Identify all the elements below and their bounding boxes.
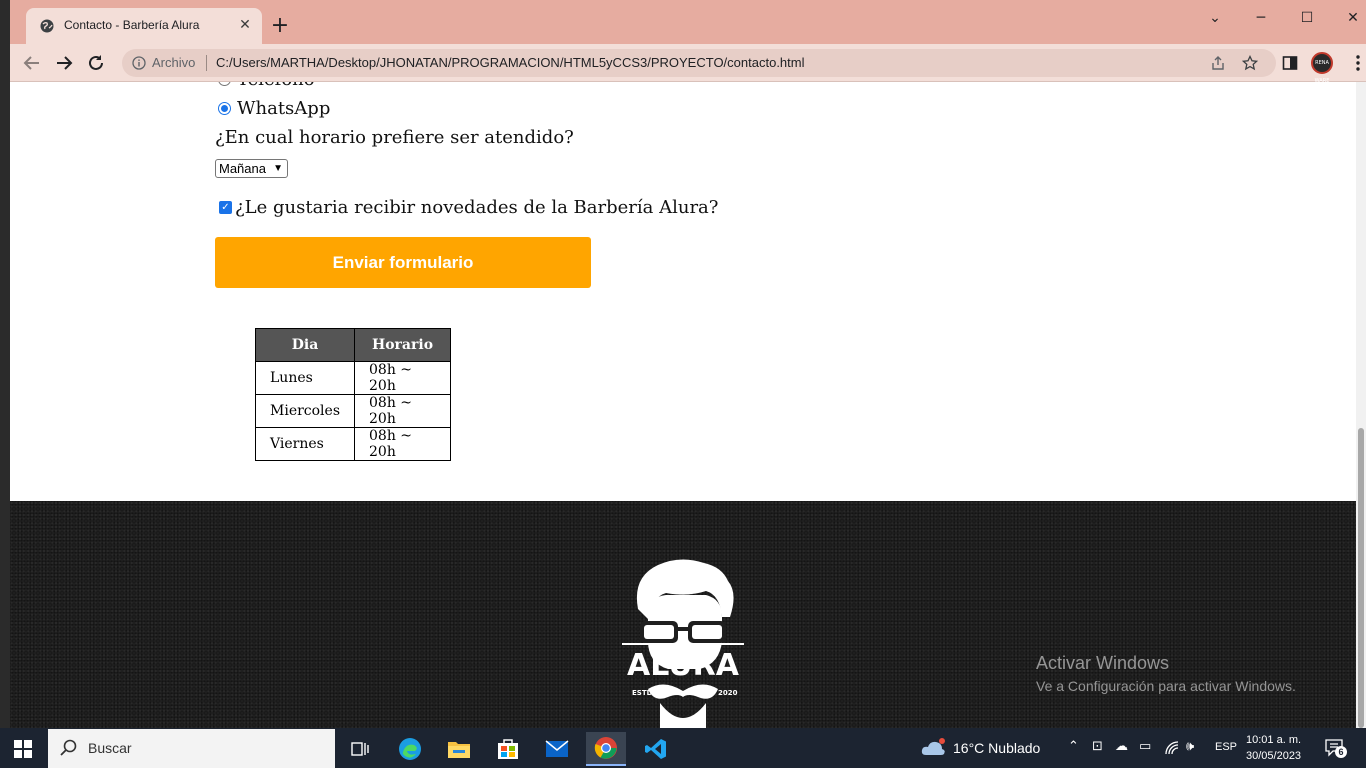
taskbar-clock[interactable]: 10:01 a. m. 30/05/2023: [1246, 732, 1301, 764]
arrow-left-icon: [23, 56, 39, 70]
reload-button[interactable]: [84, 51, 108, 75]
task-view-button[interactable]: [340, 732, 380, 766]
store-icon: [498, 739, 518, 759]
page-scrollbar[interactable]: [1356, 82, 1366, 728]
edge-icon: [399, 738, 421, 760]
activation-watermark-title: Activar Windows: [1036, 653, 1170, 673]
table-row: Viernes 08h ~ 20h: [254, 427, 452, 461]
language-indicator[interactable]: ESP: [1215, 741, 1237, 753]
clock-date: 30/05/2023: [1246, 750, 1302, 762]
schedule-select[interactable]: Mañana ▼: [215, 159, 288, 178]
cloud-weather-icon[interactable]: [920, 737, 946, 759]
browser-tab-active[interactable]: Contacto - Barbería Alura ✕: [26, 8, 262, 44]
forward-button[interactable]: [52, 51, 76, 75]
minimize-button[interactable]: ─: [1238, 7, 1284, 29]
url-text[interactable]: C:/Users/MARTHA/Desktop/JHONATAN/PROGRAM…: [216, 55, 805, 70]
windows-start-icon[interactable]: [14, 740, 32, 758]
logo-year: 2020: [718, 689, 738, 697]
profile-avatar[interactable]: RENA WARE: [1311, 52, 1333, 84]
radio-whatsapp-label: WhatsApp: [237, 98, 331, 119]
newsletter-label: ¿Le gustaria recibir novedades de la Bar…: [235, 197, 719, 218]
activation-watermark-subtitle: Ve a Configuración para activar Windows.: [1036, 678, 1296, 694]
onedrive-cloud-icon[interactable]: ☁: [1115, 739, 1128, 754]
star-icon[interactable]: [1242, 55, 1258, 71]
meet-now-icon[interactable]: ⊡: [1092, 739, 1103, 754]
chevron-down-icon: ▼: [273, 163, 283, 174]
table-header-row: Dia Horario: [254, 328, 452, 362]
arrow-right-icon: [57, 56, 73, 70]
contact-option-phone[interactable]: Teléfono: [218, 82, 315, 90]
omnibox-separator: [206, 55, 207, 71]
radio-whatsapp[interactable]: [218, 102, 231, 115]
close-window-button[interactable]: ✕: [1330, 7, 1366, 29]
side-panel-button[interactable]: [1280, 53, 1300, 73]
taskbar-search-placeholder: Buscar: [88, 740, 132, 756]
taskbar-file-explorer[interactable]: [439, 732, 479, 766]
notification-center[interactable]: 6: [1324, 738, 1347, 758]
side-panel-icon: [1282, 56, 1298, 70]
page-viewport: Teléfono WhatsApp ¿En cual horario prefi…: [10, 82, 1356, 728]
vscode-icon: [645, 739, 666, 759]
newsletter-checkbox[interactable]: ✓: [219, 201, 232, 214]
table-row: Miercoles 08h ~ 20h: [254, 394, 452, 428]
contact-option-whatsapp[interactable]: WhatsApp: [218, 98, 330, 119]
globe-icon: [40, 19, 54, 33]
kebab-menu-icon: [1356, 55, 1360, 71]
mail-icon: [545, 740, 569, 757]
radio-phone-label: Teléfono: [237, 82, 315, 90]
taskbar-chrome[interactable]: [586, 732, 626, 766]
hours-table: Dia Horario Lunes 08h ~ 20h Miercoles 08…: [254, 328, 452, 461]
tab-search-button[interactable]: ⌄: [1192, 7, 1238, 29]
taskbar-edge[interactable]: [390, 732, 430, 766]
share-icon[interactable]: [1210, 55, 1226, 71]
clock-time: 10:01 a. m.: [1246, 734, 1302, 746]
weather-text[interactable]: 16°C Nublado: [953, 740, 1040, 756]
speaker-icon[interactable]: 🕪: [1186, 739, 1194, 754]
task-view-icon: [351, 742, 369, 756]
chrome-menu-button[interactable]: [1348, 53, 1366, 73]
info-icon[interactable]: [132, 56, 146, 70]
browser-toolbar: Archivo C:/Users/MARTHA/Desktop/JHONATAN…: [10, 44, 1366, 84]
submit-button[interactable]: Enviar formulario: [215, 237, 591, 288]
windows-taskbar: Buscar 16°C Nublado ⌃ ⊡ ☁ ▭ 🕪 ESP 10:01 …: [0, 728, 1366, 768]
alura-barber-logo: ALURA ESTD 2020: [622, 559, 744, 728]
folder-icon: [448, 742, 470, 758]
new-tab-button[interactable]: +: [268, 14, 292, 38]
table-cell-hours: 08h ~ 20h: [354, 361, 452, 395]
header-dia: Dia: [254, 328, 356, 362]
taskbar-vscode[interactable]: [636, 732, 676, 766]
table-cell-day: Lunes: [254, 361, 356, 395]
page-footer: ALURA ESTD 2020 Activar Windows Ve a Con…: [10, 501, 1356, 728]
header-horario: Horario: [354, 328, 452, 362]
notification-count: 6: [1335, 746, 1347, 758]
wifi-icon[interactable]: [1164, 740, 1180, 756]
maximize-button[interactable]: ☐: [1284, 7, 1330, 29]
table-cell-hours: 08h ~ 20h: [354, 394, 452, 428]
schedule-question: ¿En cual horario prefiere ser atendido?: [215, 127, 574, 148]
chrome-icon: [594, 737, 617, 759]
browser-titlebar: Contacto - Barbería Alura ✕ + ⌄ ─ ☐ ✕: [10, 0, 1366, 44]
newsletter-option[interactable]: ✓ ¿Le gustaria recibir novedades de la B…: [219, 197, 718, 218]
table-cell-day: Viernes: [254, 427, 356, 461]
taskbar-search[interactable]: Buscar: [48, 729, 335, 768]
address-bar[interactable]: Archivo C:/Users/MARTHA/Desktop/JHONATAN…: [122, 49, 1276, 77]
taskbar-store[interactable]: [488, 732, 528, 766]
tab-close-icon[interactable]: ✕: [236, 16, 254, 34]
table-cell-day: Miercoles: [254, 394, 356, 428]
schedule-select-value: Mañana: [219, 161, 266, 176]
file-scheme-label: Archivo: [152, 55, 196, 70]
scrollbar-thumb[interactable]: [1358, 428, 1364, 728]
taskbar-mail[interactable]: [537, 732, 577, 766]
table-row: Lunes 08h ~ 20h: [254, 361, 452, 395]
tab-title: Contacto - Barbería Alura: [64, 18, 200, 32]
table-cell-hours: 08h ~ 20h: [354, 427, 452, 461]
radio-phone[interactable]: [218, 82, 231, 86]
search-icon: [60, 739, 77, 756]
logo-wordmark: ALURA: [627, 648, 740, 683]
reload-icon: [89, 55, 103, 70]
chevron-up-icon[interactable]: ⌃: [1068, 739, 1079, 754]
back-button[interactable]: [20, 51, 44, 75]
battery-icon[interactable]: ▭: [1139, 739, 1151, 754]
